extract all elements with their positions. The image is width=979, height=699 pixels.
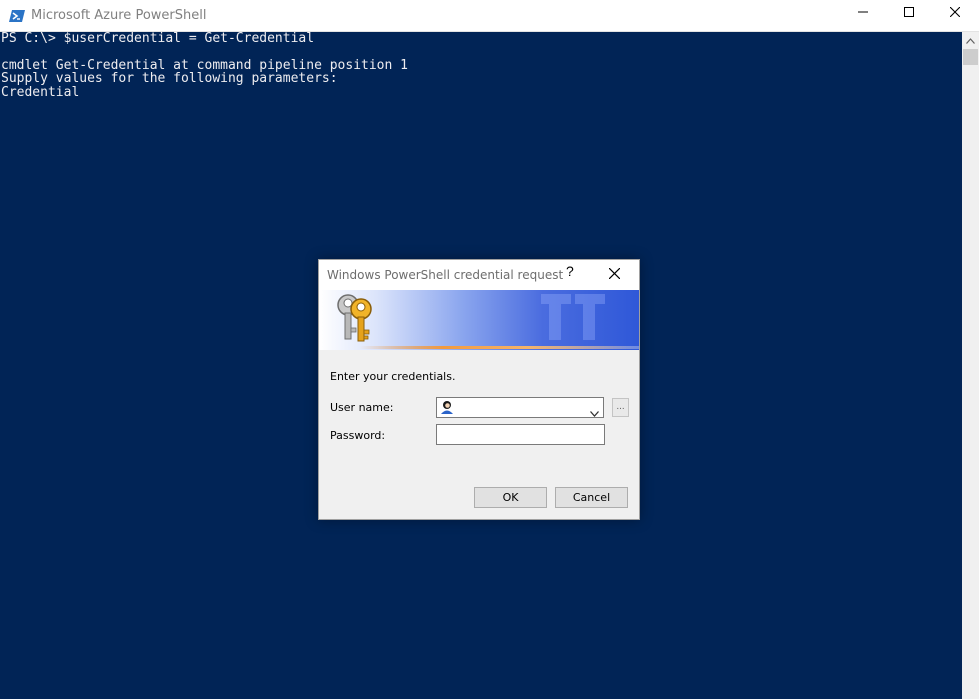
ok-button[interactable]: OK bbox=[474, 487, 547, 508]
user-name-label: User name: bbox=[330, 401, 394, 414]
user-name-combobox[interactable] bbox=[436, 397, 604, 418]
window-titlebar: Microsoft Azure PowerShell bbox=[0, 0, 979, 32]
cancel-button[interactable]: Cancel bbox=[555, 487, 628, 508]
scroll-thumb[interactable] bbox=[963, 49, 978, 65]
keys-icon bbox=[337, 294, 372, 342]
dialog-titlebar: Windows PowerShell credential request ? bbox=[319, 260, 639, 290]
vertical-scrollbar[interactable] bbox=[962, 32, 979, 699]
console-line: PS C:\> $userCredential = Get-Credential bbox=[1, 31, 315, 46]
maximize-icon bbox=[904, 7, 914, 17]
minimize-icon bbox=[858, 11, 868, 13]
dialog-banner bbox=[319, 290, 639, 350]
console-line: Supply values for the following paramete… bbox=[1, 71, 338, 87]
credential-dialog: Windows PowerShell credential request ? … bbox=[318, 259, 640, 520]
scroll-up-button[interactable] bbox=[962, 32, 979, 49]
dialog-prompt: Enter your credentials. bbox=[330, 370, 456, 383]
console-line: cmdlet Get-Credential at command pipelin… bbox=[1, 57, 408, 73]
chevron-up-icon bbox=[966, 37, 975, 44]
console-line: Credential bbox=[1, 84, 80, 100]
close-icon bbox=[950, 7, 960, 17]
minimize-button[interactable] bbox=[840, 0, 886, 24]
powershell-icon bbox=[9, 8, 25, 24]
chevron-down-icon[interactable] bbox=[590, 404, 599, 422]
maximize-button[interactable] bbox=[886, 0, 932, 24]
password-label: Password: bbox=[330, 429, 386, 442]
banner-stripe bbox=[359, 346, 639, 349]
user-avatar-icon bbox=[440, 400, 454, 420]
close-button[interactable] bbox=[932, 0, 978, 24]
close-icon bbox=[608, 267, 621, 280]
dialog-title: Windows PowerShell credential request bbox=[327, 268, 564, 282]
dialog-close-button[interactable] bbox=[608, 266, 621, 284]
keys-watermark-icon bbox=[541, 294, 605, 340]
window-title: Microsoft Azure PowerShell bbox=[31, 8, 207, 23]
browse-button[interactable]: ... bbox=[612, 398, 629, 417]
help-button[interactable]: ? bbox=[566, 263, 574, 279]
password-field[interactable] bbox=[436, 424, 605, 445]
